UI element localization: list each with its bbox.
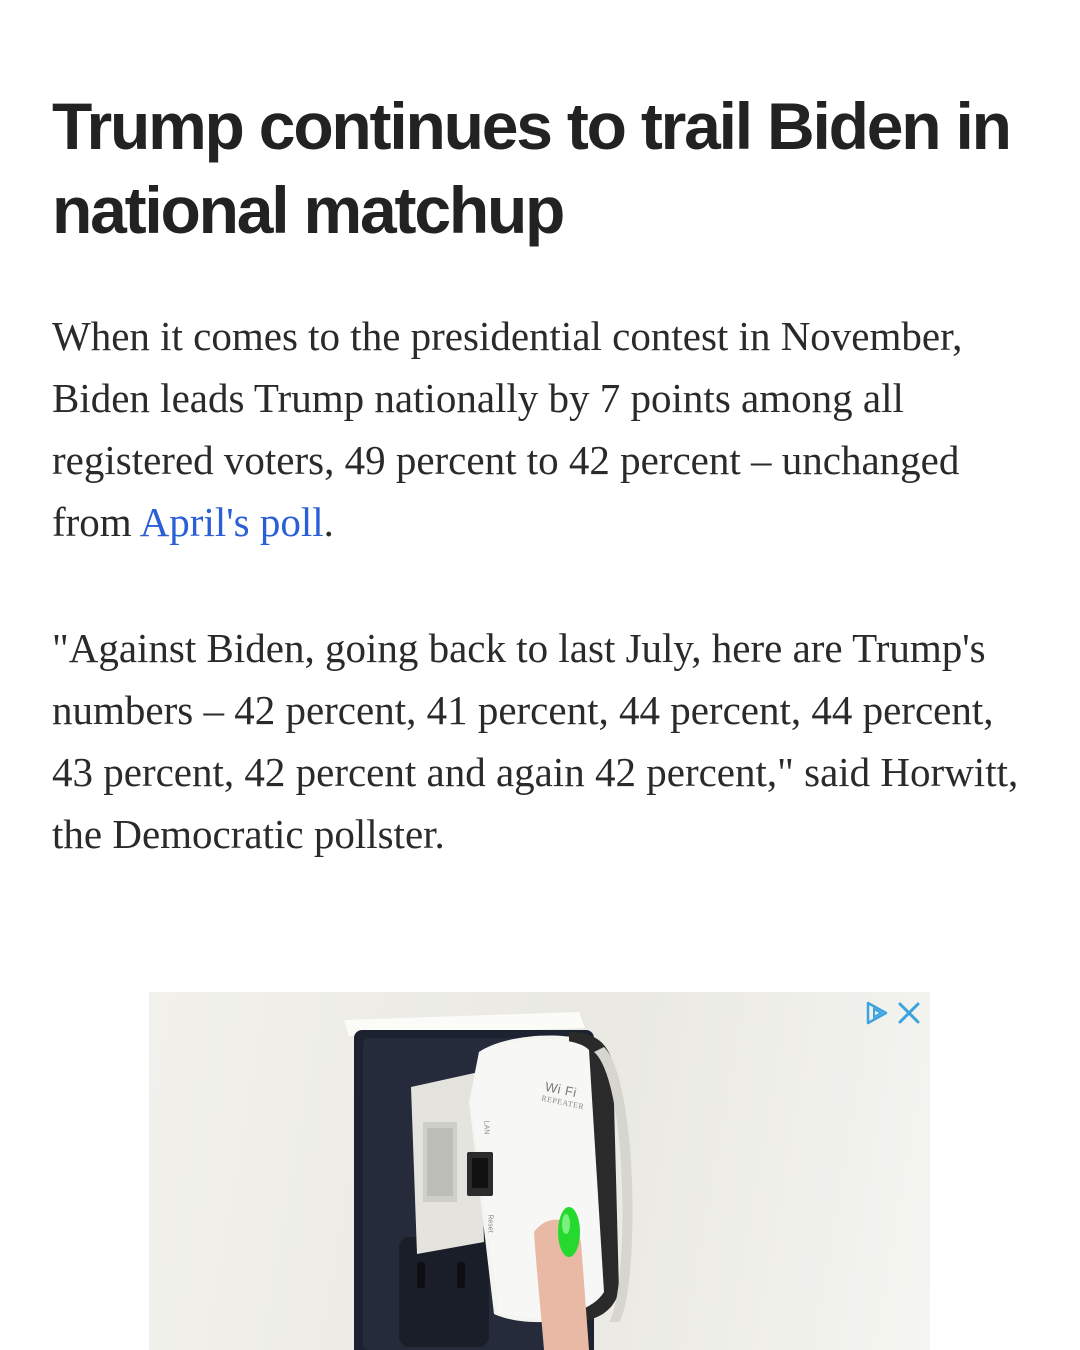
device-lan-text: LAN — [482, 1120, 490, 1135]
close-icon[interactable] — [894, 998, 924, 1028]
article-paragraph: When it comes to the presidential contes… — [52, 305, 1037, 553]
ad-image[interactable] — [149, 992, 930, 1350]
advertisement[interactable]: Wi Fi REPEATER LAN Reset — [149, 992, 930, 1350]
adchoices-icon[interactable] — [862, 998, 892, 1028]
paragraph-text-end: . — [323, 499, 334, 545]
device-reset-text: Reset — [486, 1214, 494, 1233]
aprils-poll-link[interactable]: April's poll — [140, 499, 324, 545]
article-quote-paragraph: "Against Biden, going back to last July,… — [52, 625, 1019, 857]
article-headline: Trump continues to trail Biden in nation… — [52, 89, 1012, 247]
